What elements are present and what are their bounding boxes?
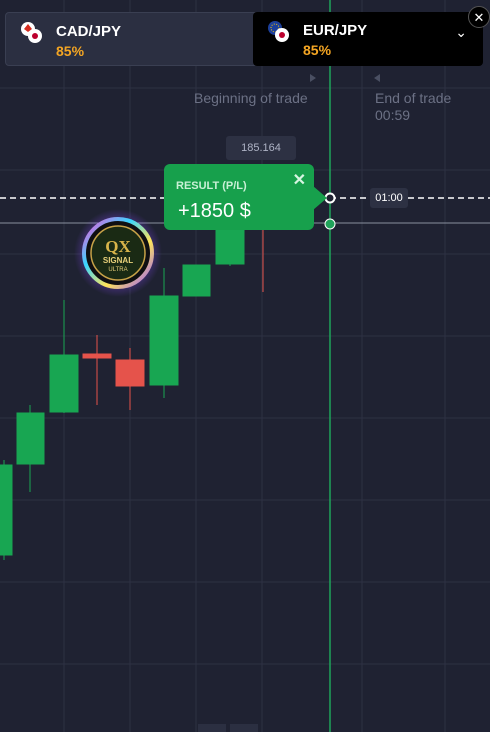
candle-bull xyxy=(182,264,211,297)
candle-bear xyxy=(115,348,145,410)
bottom-marker xyxy=(230,724,258,732)
result-amount: +1850 $ xyxy=(178,200,251,222)
asset-payout: 85% xyxy=(56,43,85,59)
close-icon[interactable]: ✕ xyxy=(293,170,306,190)
result-title: RESULT (P/L) xyxy=(176,180,247,192)
trade-end-arrow-icon xyxy=(374,74,380,82)
candle-bull xyxy=(49,300,79,413)
time-badge: 01:00 xyxy=(370,188,408,208)
eur-jpy-flag-icon xyxy=(268,21,289,42)
svg-text:QX: QX xyxy=(105,237,131,256)
bottom-marker xyxy=(198,724,226,732)
price-chart[interactable]: QX SIGNAL ULTRA xyxy=(0,0,490,732)
beginning-of-trade-label: Beginning of trade xyxy=(194,90,308,106)
cad-jpy-flag-icon xyxy=(21,22,42,43)
close-tab-button[interactable]: ✕ xyxy=(468,6,490,28)
candle-bull xyxy=(149,268,179,398)
asset-tab-cad-jpy[interactable]: CAD/JPY 85% xyxy=(5,12,262,66)
chevron-down-icon[interactable]: ⌄ xyxy=(455,24,467,41)
asset-payout: 85% xyxy=(303,42,332,58)
trade-start-arrow-icon xyxy=(310,74,316,82)
result-popup-pointer xyxy=(313,186,327,210)
trade-countdown: 00:59 xyxy=(375,107,411,123)
asset-pair-name: CAD/JPY xyxy=(56,23,122,40)
candle-doji xyxy=(82,335,112,405)
result-popup: RESULT (P/L) +1850 $ ✕ xyxy=(164,164,314,230)
svg-text:SIGNAL: SIGNAL xyxy=(103,256,133,265)
svg-text:ULTRA: ULTRA xyxy=(108,267,127,273)
candle-bull xyxy=(0,460,13,560)
asset-tab-eur-jpy[interactable]: EUR/JPY 85% ⌄ xyxy=(253,12,483,66)
price-badge: 185.164 xyxy=(226,136,296,160)
candle-bull xyxy=(16,405,45,492)
asset-pair-name: EUR/JPY xyxy=(303,22,368,39)
end-of-trade-label: End of trade xyxy=(375,90,452,106)
qx-signal-logo: QX SIGNAL ULTRA xyxy=(74,209,162,297)
current-point-marker xyxy=(324,218,336,230)
